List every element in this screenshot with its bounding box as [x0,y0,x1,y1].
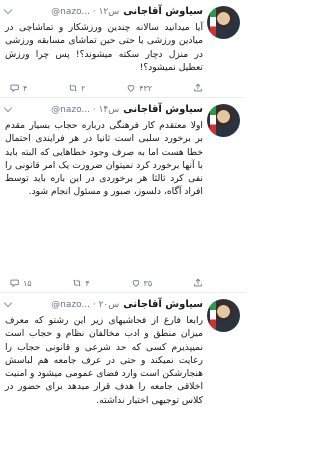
tweet[interactable]: سیاوش آقاجانی @nazo... · ۱۴س اولا معتقدم… [0,98,245,292]
retweet-button[interactable]: ۴ [72,278,90,288]
like-count: ۴۳۲ [139,83,153,93]
like-button[interactable]: ۴۳۲ [126,83,152,93]
like-button[interactable]: ۳۵ [131,278,153,288]
flag-icon [210,8,216,36]
share-button[interactable] [193,83,203,93]
avatar[interactable] [207,104,240,137]
retweet-count: ۴ [85,278,90,288]
reply-count: ۴ [23,83,28,93]
heart-icon [132,280,139,287]
author-name[interactable]: سیاوش آقاجانی [123,297,203,313]
like-count: ۳۵ [143,278,153,288]
tweet-text: اولا معتقدم کار فرهنگی درباره حجاب بسیار… [5,120,203,198]
reply-icon [10,84,19,93]
share-icon [194,83,202,92]
handle-time: @nazo... · ۱۴س [51,105,120,115]
author-name[interactable]: سیاوش آقاجانی [123,4,203,20]
retweet-icon [73,279,82,287]
avatar[interactable] [207,299,240,332]
retweet-icon [69,84,77,92]
tweet[interactable]: سیاوش آقاجانی @nazo... · ۲۰س رابعا فارغ … [0,293,245,450]
retweet-count: ۲ [81,83,86,93]
reply-count: ۱۵ [23,278,32,288]
author-name[interactable]: سیاوش آقاجانی [123,102,203,118]
flag-icon [210,301,216,329]
tweet-text: رابعا فارغ از فحاشیهای زیر این رشتو که م… [5,315,203,406]
reply-icon [10,279,19,288]
handle-time: @nazo... · ۲۰س [51,300,120,310]
tweet[interactable]: سیاوش آقاجانی @nazo... · ۱۲س آیا میدانید… [0,0,245,97]
tweet-text: آیا میدانید سالانه چندین ورزشکار و تماشا… [5,22,203,73]
flag-icon [210,106,216,134]
share-icon [194,278,202,287]
heart-icon [127,85,135,92]
share-button[interactable] [193,278,203,288]
handle-time: @nazo... · ۱۲س [51,7,120,17]
retweet-button[interactable]: ۲ [68,83,85,93]
avatar[interactable] [207,6,240,39]
reply-button[interactable]: ۴ [10,83,27,93]
reply-button[interactable]: ۱۵ [10,278,32,288]
